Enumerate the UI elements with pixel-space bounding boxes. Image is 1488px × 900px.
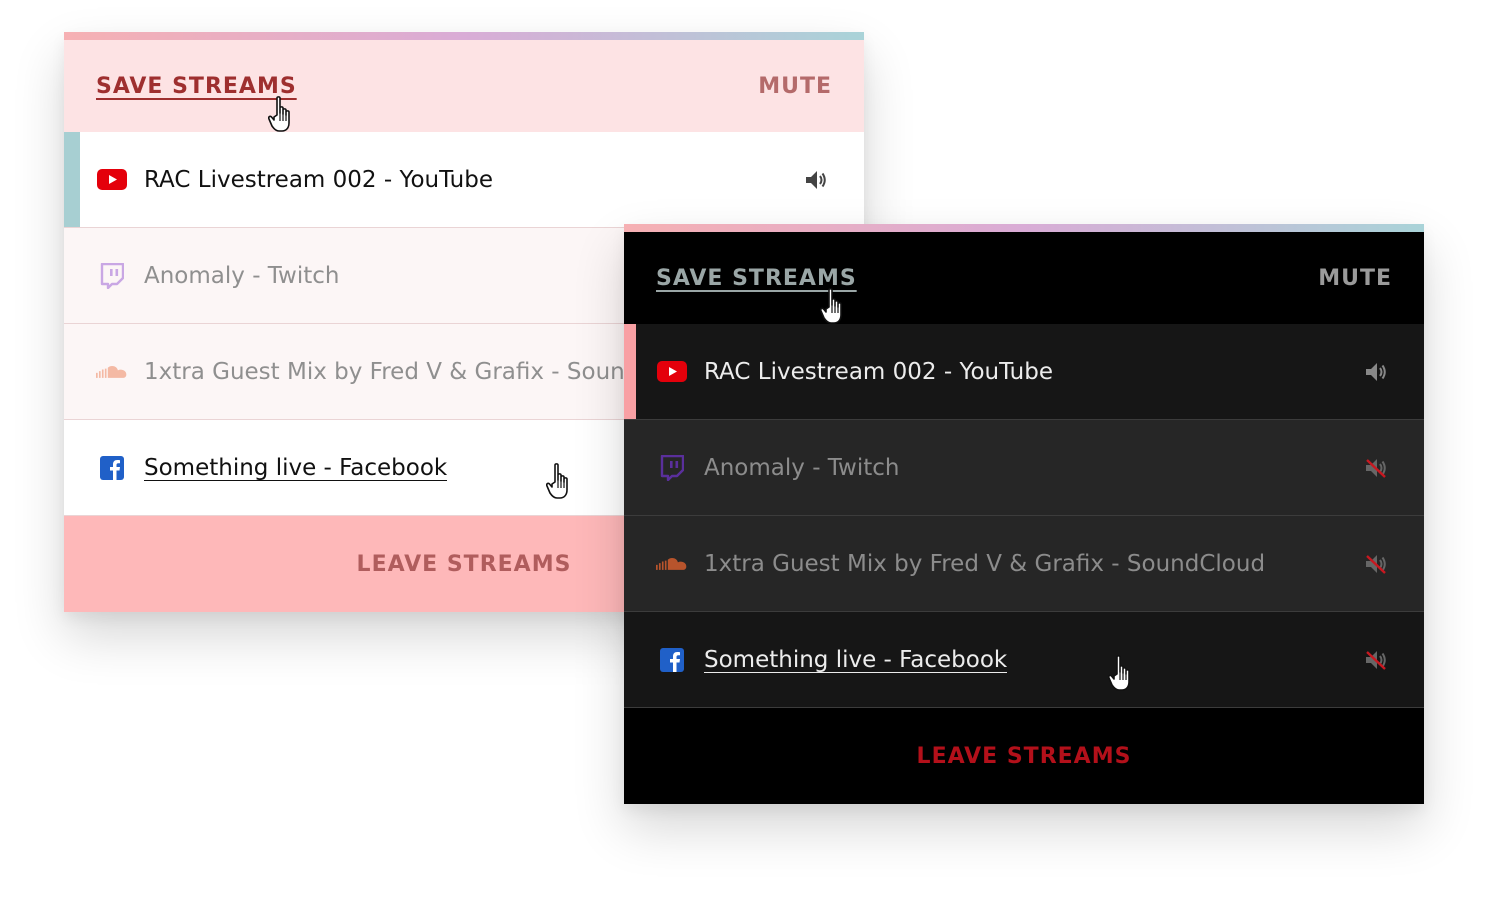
leave-streams-button[interactable]: LEAVE STREAMS (357, 552, 572, 577)
stream-title: Anomaly - Twitch (704, 454, 900, 481)
speaker-muted-icon[interactable] (1364, 456, 1388, 480)
panel-header: SAVE STREAMS MUTE (624, 232, 1424, 324)
youtube-icon (656, 361, 688, 382)
stream-row[interactable]: 1xtra Guest Mix by Fred V & Grafix - Sou… (624, 516, 1424, 612)
facebook-icon (96, 455, 128, 480)
speaker-on-icon[interactable] (1364, 360, 1388, 384)
facebook-icon (656, 647, 688, 672)
hand-pointer-icon (820, 288, 842, 324)
save-streams-button[interactable]: SAVE STREAMS (96, 74, 297, 99)
stream-title: 1xtra Guest Mix by Fred V & Grafix - Sou… (704, 550, 1266, 577)
gradient-stripe (64, 32, 864, 40)
stream-title-link[interactable]: Something live - Facebook (144, 455, 447, 481)
leave-streams-button[interactable]: LEAVE STREAMS (917, 744, 1132, 769)
youtube-icon (96, 169, 128, 190)
speaker-on-icon[interactable] (804, 168, 828, 192)
panel-header: SAVE STREAMS MUTE (64, 40, 864, 132)
twitch-icon (96, 262, 128, 289)
stream-title-link[interactable]: Something live - Facebook (704, 647, 1007, 673)
twitch-icon (656, 454, 688, 481)
mute-button[interactable]: MUTE (1318, 266, 1392, 291)
panel-footer: LEAVE STREAMS (624, 708, 1424, 804)
dark-theme-panel: SAVE STREAMS MUTE RAC Livestream 002 - Y… (624, 224, 1424, 804)
soundcloud-icon (656, 556, 688, 572)
gradient-stripe (624, 224, 1424, 232)
stream-row[interactable]: Anomaly - Twitch (624, 420, 1424, 516)
hand-pointer-icon (546, 463, 568, 499)
stream-title: RAC Livestream 002 - YouTube (704, 358, 1053, 385)
soundcloud-icon (96, 364, 128, 380)
stream-row[interactable]: Something live - Facebook (624, 612, 1424, 708)
active-indicator (624, 324, 636, 419)
speaker-muted-icon[interactable] (1364, 552, 1388, 576)
speaker-muted-icon[interactable] (1364, 648, 1388, 672)
hand-pointer-icon (1108, 655, 1130, 691)
stream-title: RAC Livestream 002 - YouTube (144, 166, 493, 193)
stream-row[interactable]: RAC Livestream 002 - YouTube (64, 132, 864, 228)
mute-button[interactable]: MUTE (758, 74, 832, 99)
active-indicator (64, 132, 80, 227)
stream-row[interactable]: RAC Livestream 002 - YouTube (624, 324, 1424, 420)
hand-pointer-icon (268, 96, 290, 132)
